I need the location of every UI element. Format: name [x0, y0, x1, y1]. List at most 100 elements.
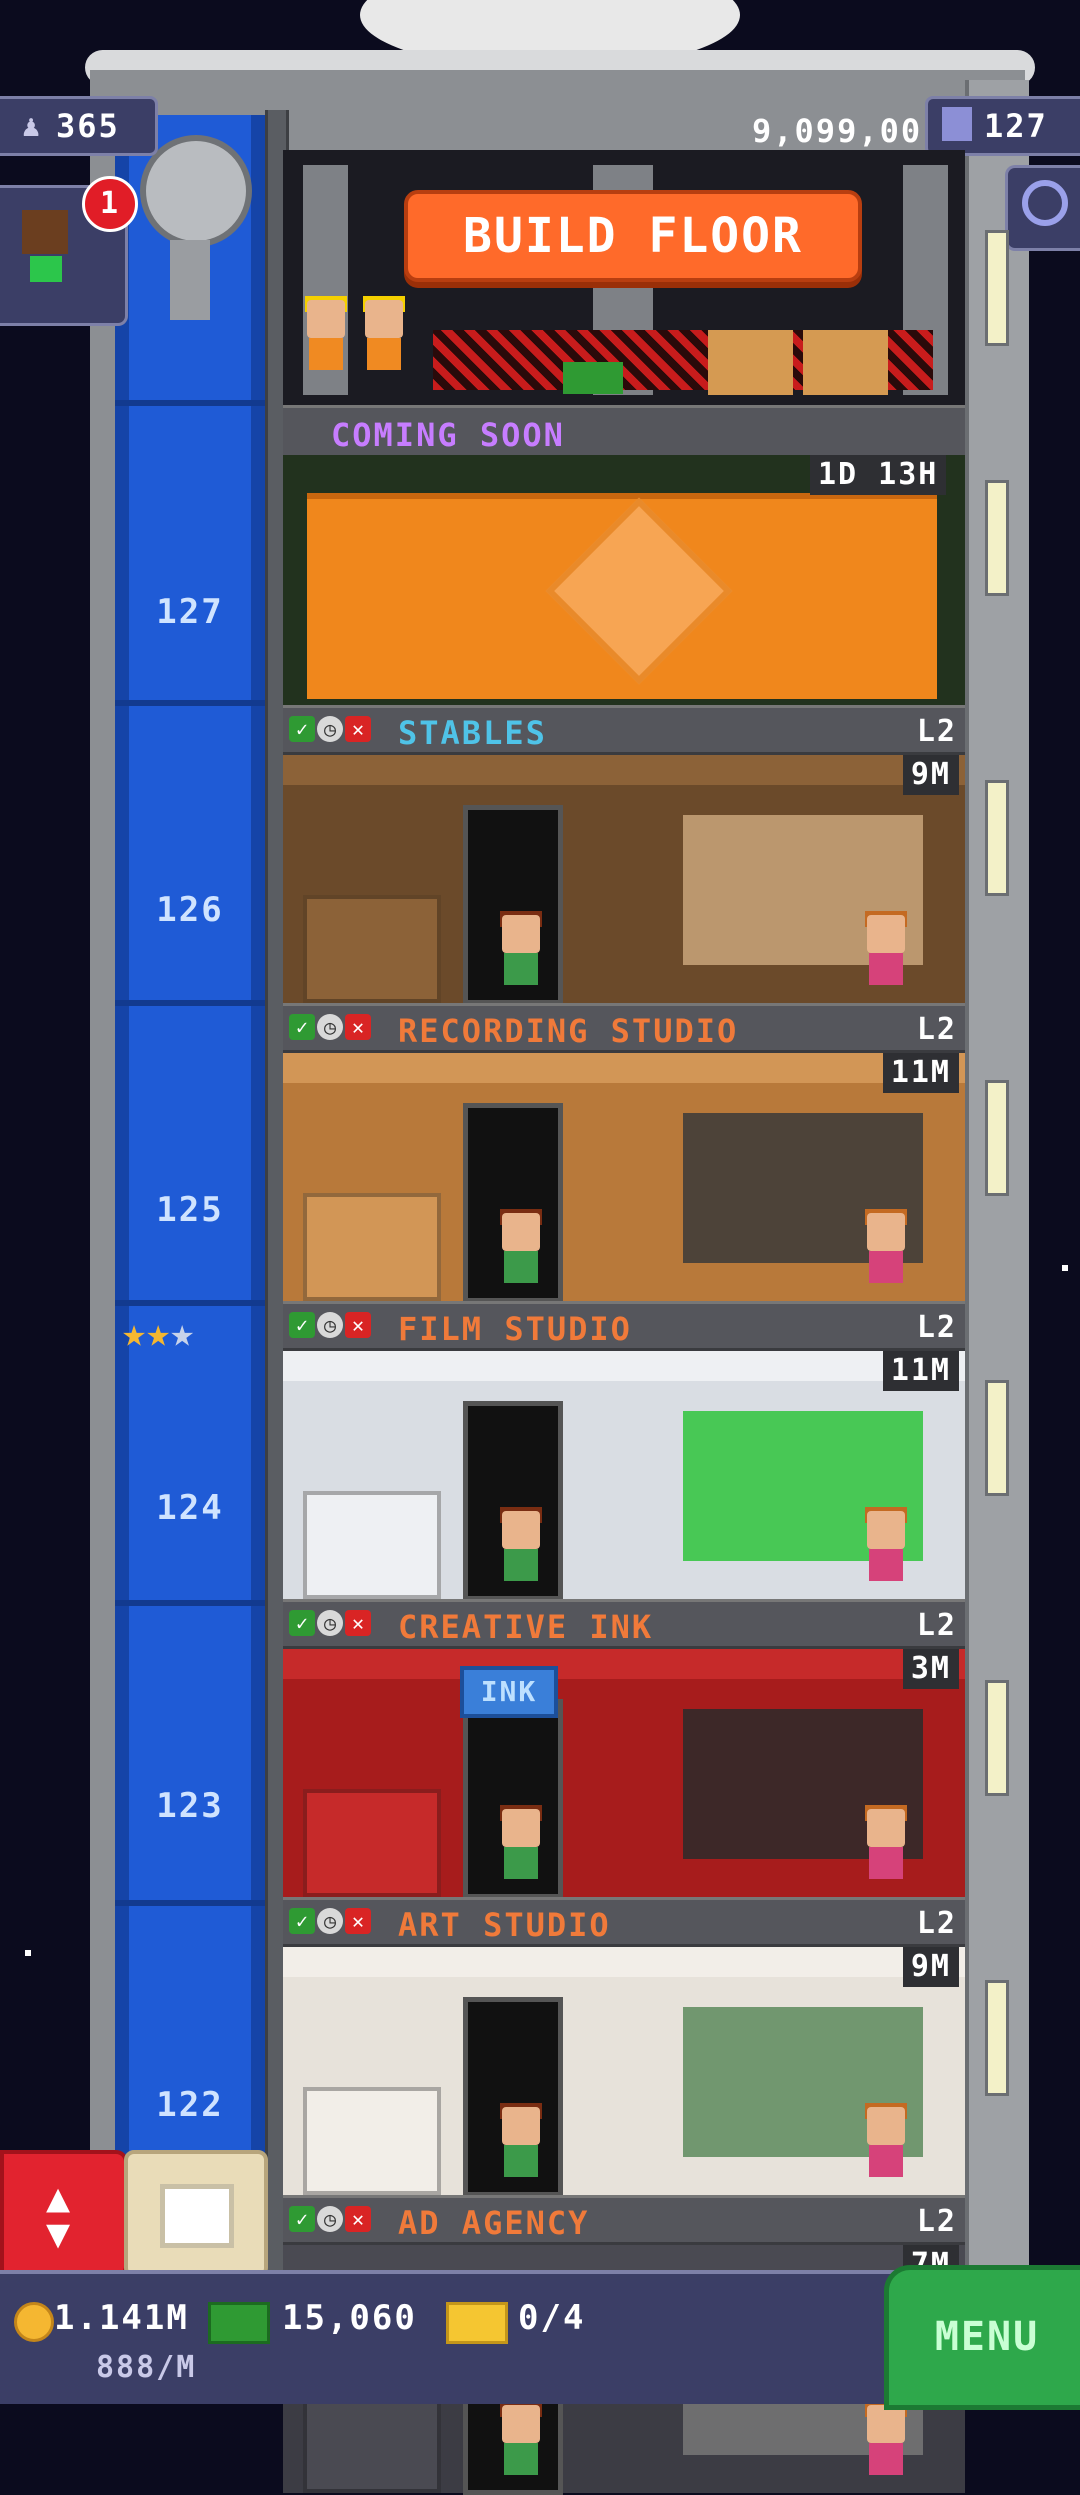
floor-recording-studio[interactable]: ✓ ◷ ✕ RECORDING STUDIO L2 11M	[283, 1003, 965, 1303]
tower-window	[985, 1080, 1009, 1196]
floor-film-studio[interactable]: ✓ ◷ ✕ FILM STUDIO L2 11M	[283, 1301, 965, 1601]
avatar-body	[30, 256, 62, 282]
floor-label-bar: ✓ ◷ ✕ CREATIVE INK L2	[283, 1599, 965, 1649]
floor-number: 122	[156, 2085, 224, 2125]
population-counter[interactable]: ♟ 365	[0, 96, 158, 156]
room-interior	[283, 1649, 965, 1899]
floor-number: 127	[156, 592, 224, 632]
close-icon: ✕	[345, 716, 371, 742]
shaft-divider	[115, 1900, 265, 1906]
clock-icon: ◷	[317, 2206, 343, 2232]
shaft-divider	[115, 1000, 265, 1006]
floor-name: RECORDING STUDIO	[398, 1012, 739, 1050]
floor-name: FILM STUDIO	[398, 1310, 632, 1348]
build-floor-button[interactable]: BUILD FLOOR	[404, 190, 862, 282]
creative-ink-sign: INK	[460, 1666, 558, 1718]
close-icon: ✕	[345, 1610, 371, 1636]
room-interior	[283, 755, 965, 1005]
top-coins-value: 9,099,00	[752, 112, 923, 150]
check-icon: ✓	[289, 1312, 315, 1338]
elevator-control-button[interactable]: ▲ ▼	[0, 2150, 128, 2278]
ticket-icon	[446, 2302, 508, 2344]
clock-icon: ◷	[317, 1014, 343, 1040]
person-icon: ♟	[22, 109, 41, 144]
floor-ad-agency[interactable]: ✓ ◷ ✕ AD AGENCY L2 7M	[283, 2195, 965, 2495]
close-icon: ✕	[345, 2206, 371, 2232]
room-interior	[283, 1947, 965, 2197]
room-furniture	[303, 1193, 441, 1301]
shaft-divider	[115, 400, 265, 406]
floor-label-bar: ✓ ◷ ✕ ART STUDIO L2	[283, 1897, 965, 1947]
coin-icon	[14, 2302, 54, 2342]
tower-window	[985, 1680, 1009, 1796]
floor-name: ART STUDIO	[398, 1906, 611, 1944]
shaft-divider	[115, 1300, 265, 1306]
coin-rate-value: 888/M	[96, 2350, 197, 2385]
bux-icon	[208, 2302, 270, 2344]
floor-name: AD AGENCY	[398, 2204, 590, 2242]
close-icon: ✕	[345, 1908, 371, 1934]
status-icons: ✓ ◷ ✕	[289, 716, 371, 742]
building-icon	[942, 107, 972, 141]
clock-icon: ◷	[317, 1908, 343, 1934]
magnifier-icon	[1022, 180, 1068, 226]
status-icons: ✓ ◷ ✕	[289, 2206, 371, 2232]
floor-timer: 9M	[902, 755, 959, 795]
status-icons: ✓ ◷ ✕	[289, 1610, 371, 1636]
clock-icon: ◷	[317, 1312, 343, 1338]
room-interior	[283, 1351, 965, 1601]
floor-label-bar: ✓ ◷ ✕ AD AGENCY L2	[283, 2195, 965, 2245]
search-button[interactable]	[1005, 165, 1080, 251]
room-furniture	[303, 1491, 441, 1599]
box-icon	[160, 2184, 234, 2248]
status-icons: ✓ ◷ ✕	[289, 1312, 371, 1338]
floor-level: L2	[916, 1906, 957, 1941]
floors-value: 127	[984, 107, 1048, 145]
crate	[708, 330, 793, 395]
stock-button[interactable]	[124, 2150, 268, 2278]
tower-window	[985, 780, 1009, 896]
floor-timer: 11M	[882, 1351, 959, 1391]
floor-number: 124	[156, 1488, 224, 1528]
floor-timer: 9M	[902, 1947, 959, 1987]
floor-art-studio[interactable]: ✓ ◷ ✕ ART STUDIO L2 9M	[283, 1897, 965, 2197]
floor-name: STABLES	[398, 714, 547, 752]
floor-name: CREATIVE INK	[398, 1608, 654, 1646]
clock-icon: ◷	[317, 1610, 343, 1636]
status-icons: ✓ ◷ ✕	[289, 1014, 371, 1040]
tower-window	[985, 230, 1009, 346]
menu-button[interactable]: MENU	[884, 2265, 1080, 2410]
elevator-cable	[170, 240, 210, 320]
room-furniture	[303, 1789, 441, 1897]
construction-timer: 1D 13H	[810, 455, 947, 495]
tickets-value: 0/4	[518, 2298, 586, 2338]
floor-stables[interactable]: ✓ ◷ ✕ STABLES L2 9M	[283, 705, 965, 1005]
room-interior	[283, 1053, 965, 1303]
close-icon: ✕	[345, 1312, 371, 1338]
check-icon: ✓	[289, 1610, 315, 1636]
crate	[803, 330, 888, 395]
toolbox	[563, 362, 623, 394]
room-furniture	[303, 2087, 441, 2195]
population-value: 365	[56, 107, 120, 145]
notification-badge: 1	[82, 176, 138, 232]
floor-label-bar: ✓ ◷ ✕ STABLES L2	[283, 705, 965, 755]
floor-label-bar: ✓ ◷ ✕ RECORDING STUDIO L2	[283, 1003, 965, 1053]
floor-creative-ink[interactable]: ✓ ◷ ✕ CREATIVE INK L2 3M	[283, 1599, 965, 1899]
floor-level: L2	[916, 1608, 957, 1643]
floor-label-bar: ✓ ◷ ✕ FILM STUDIO L2	[283, 1301, 965, 1351]
floor-timer: 11M	[882, 1053, 959, 1093]
star	[1062, 1265, 1068, 1271]
close-icon: ✕	[345, 1014, 371, 1040]
floor-level: L2	[916, 1310, 957, 1345]
clock-icon: ◷	[317, 716, 343, 742]
floor-level: L2	[916, 1012, 957, 1047]
avatar	[22, 210, 68, 254]
check-icon: ✓	[289, 1908, 315, 1934]
floor-timer: 3M	[902, 1649, 959, 1689]
tower-window	[985, 480, 1009, 596]
bux-value: 15,060	[282, 2298, 417, 2338]
floors-counter[interactable]: 127	[925, 96, 1080, 156]
coming-soon-label: COMING SOON	[331, 416, 565, 454]
status-icons: ✓ ◷ ✕	[289, 1908, 371, 1934]
